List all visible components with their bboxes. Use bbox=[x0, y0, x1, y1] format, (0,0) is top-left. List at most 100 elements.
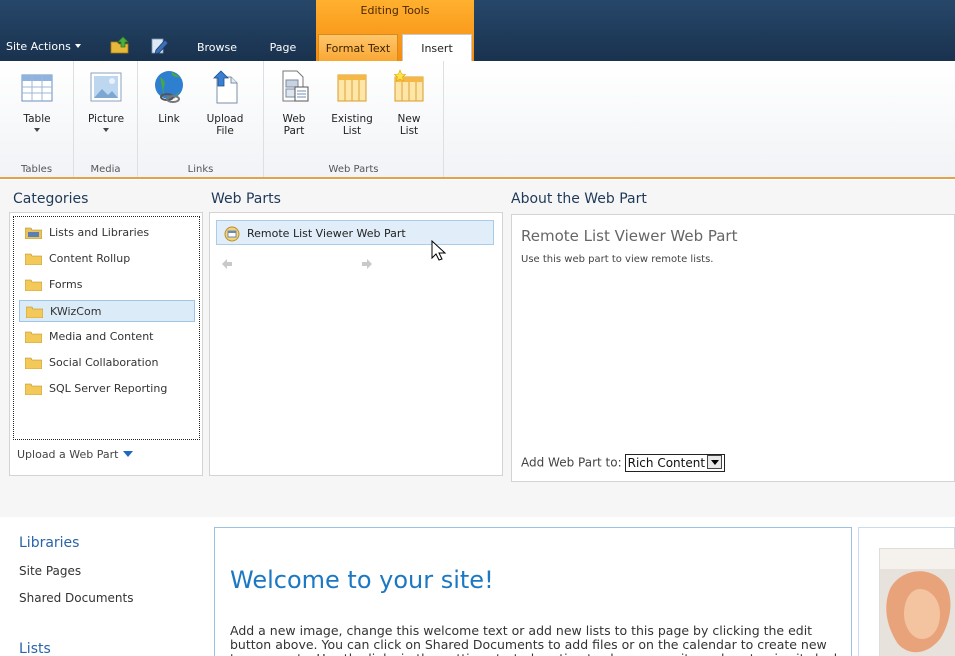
category-item-forms[interactable]: Forms bbox=[19, 274, 195, 296]
group-label-tables: Tables bbox=[20, 164, 53, 175]
add-web-part-to-label: Add Web Part to: bbox=[521, 455, 622, 470]
existing-list-icon bbox=[337, 74, 367, 102]
about-web-part-name: Remote List Viewer Web Part bbox=[521, 227, 738, 245]
ribbon-group-web-parts: Web Part Existing List New List Web Part… bbox=[264, 61, 444, 178]
previous-arrow-icon[interactable] bbox=[221, 258, 233, 270]
existing-list-label-1: Existing bbox=[331, 113, 373, 125]
next-arrow-icon[interactable] bbox=[361, 258, 373, 270]
web-parts-title: Web Parts bbox=[211, 191, 281, 207]
upload-web-part-label: Upload a Web Part bbox=[17, 448, 119, 461]
picture-button[interactable]: Picture bbox=[79, 69, 133, 132]
image-zone bbox=[858, 527, 955, 656]
tab-browse[interactable]: Browse bbox=[188, 34, 246, 61]
link-globe-icon bbox=[155, 71, 183, 103]
web-part-item-remote-list-viewer[interactable]: Remote List Viewer Web Part bbox=[216, 220, 494, 245]
library-folder-icon bbox=[25, 227, 42, 239]
category-label: Forms bbox=[49, 278, 83, 291]
triangle-down-icon bbox=[123, 451, 134, 457]
category-label: Lists and Libraries bbox=[49, 226, 150, 239]
tab-insert[interactable]: Insert bbox=[402, 34, 472, 61]
zone-select-value: Rich Content bbox=[627, 456, 706, 470]
picture-icon bbox=[90, 72, 122, 102]
ribbon-divider bbox=[0, 177, 955, 179]
mouse-cursor-icon bbox=[431, 240, 447, 261]
new-list-button[interactable]: New List bbox=[386, 69, 432, 137]
category-item-lists-and-libraries[interactable]: Lists and Libraries bbox=[19, 222, 195, 244]
category-label: SQL Server Reporting bbox=[49, 382, 168, 395]
quick-launch-site-pages[interactable]: Site Pages bbox=[19, 564, 81, 578]
category-item-content-rollup[interactable]: Content Rollup bbox=[19, 248, 195, 270]
web-part-icon bbox=[282, 70, 309, 102]
upload-file-icon bbox=[213, 70, 238, 104]
tab-page[interactable]: Page bbox=[258, 34, 308, 61]
category-label: Media and Content bbox=[49, 330, 154, 343]
top-bar: Site Actions Browse Page Editing Tools F… bbox=[0, 0, 955, 61]
add-web-part-to: Add Web Part to: Rich Content bbox=[521, 454, 726, 472]
quick-launch-shared-documents[interactable]: Shared Documents bbox=[19, 591, 133, 605]
chevron-down-icon bbox=[74, 44, 81, 48]
category-label: Social Collaboration bbox=[49, 356, 159, 369]
category-label: KWizCom bbox=[50, 305, 102, 318]
link-button-label: Link bbox=[158, 113, 180, 125]
category-item-media-and-content[interactable]: Media and Content bbox=[19, 326, 195, 348]
upload-web-part-link[interactable]: Upload a Web Part bbox=[17, 448, 134, 461]
folder-icon bbox=[25, 383, 42, 395]
upload-file-label-2: File bbox=[216, 125, 234, 137]
category-item-social-collaboration[interactable]: Social Collaboration bbox=[19, 352, 195, 374]
quick-launch-libraries-heading[interactable]: Libraries bbox=[19, 535, 79, 551]
table-button[interactable]: Table bbox=[10, 69, 64, 132]
ribbon-group-links: Link Upload File Links bbox=[138, 61, 264, 178]
folder-icon bbox=[25, 331, 42, 343]
web-part-item-label: Remote List Viewer Web Part bbox=[247, 227, 406, 240]
web-part-label-1: Web bbox=[282, 113, 306, 125]
edit-page-icon[interactable] bbox=[150, 36, 170, 54]
ribbon-group-tables: Table Tables bbox=[0, 61, 74, 178]
chevron-down-icon bbox=[103, 128, 109, 132]
dropdown-arrow-icon[interactable] bbox=[707, 455, 723, 469]
category-item-kwizcom[interactable]: KWizCom bbox=[19, 300, 195, 322]
group-label-media: Media bbox=[90, 164, 121, 175]
picture-button-label: Picture bbox=[87, 113, 125, 125]
about-web-part-title: About the Web Part bbox=[511, 191, 647, 207]
navigate-up-icon[interactable] bbox=[110, 36, 130, 54]
categories-title: Categories bbox=[13, 191, 89, 207]
site-actions-menu[interactable]: Site Actions bbox=[6, 40, 81, 53]
page-body: Libraries Site Pages Shared Documents Li… bbox=[0, 517, 955, 656]
web-parts-panel bbox=[209, 212, 503, 476]
quick-launch-lists-heading[interactable]: Lists bbox=[19, 641, 51, 656]
category-item-sql-server-reporting[interactable]: SQL Server Reporting bbox=[19, 378, 195, 400]
tab-format-text[interactable]: Format Text bbox=[318, 34, 398, 61]
category-label: Content Rollup bbox=[49, 252, 131, 265]
folder-icon bbox=[26, 306, 43, 318]
site-photo-image bbox=[880, 549, 955, 656]
editing-tools-title: Editing Tools bbox=[360, 4, 430, 17]
web-part-item-icon bbox=[224, 226, 240, 242]
ribbon: Table Tables Picture Media Link Upload F… bbox=[0, 61, 955, 178]
web-part-label-2: Part bbox=[283, 125, 305, 137]
new-list-icon bbox=[393, 69, 424, 102]
web-part-adder: Categories Web Parts About the Web Part … bbox=[0, 180, 955, 517]
folder-icon bbox=[25, 279, 42, 291]
about-web-part-description: Use this web part to view remote lists. bbox=[521, 254, 714, 265]
new-list-label-2: List bbox=[399, 125, 419, 137]
table-button-label: Table bbox=[23, 113, 51, 125]
site-image bbox=[879, 548, 955, 656]
group-label-web-parts: Web Parts bbox=[328, 164, 379, 175]
existing-list-label-2: List bbox=[342, 125, 362, 137]
upload-file-button[interactable]: Upload File bbox=[200, 69, 250, 137]
upload-file-label-1: Upload bbox=[206, 113, 244, 125]
folder-icon bbox=[25, 357, 42, 369]
group-label-links: Links bbox=[187, 164, 214, 175]
folder-icon bbox=[25, 253, 42, 265]
site-actions-label: Site Actions bbox=[6, 40, 71, 53]
welcome-text: Add a new image, change this welcome tex… bbox=[230, 623, 845, 656]
zone-select[interactable]: Rich Content bbox=[624, 454, 726, 472]
link-button[interactable]: Link bbox=[146, 69, 192, 125]
existing-list-button[interactable]: Existing List bbox=[326, 69, 378, 137]
ribbon-group-media: Picture Media bbox=[74, 61, 138, 178]
new-list-label-1: New bbox=[397, 113, 421, 125]
quick-launch: Libraries Site Pages Shared Documents Li… bbox=[0, 517, 207, 656]
web-part-button[interactable]: Web Part bbox=[272, 69, 316, 137]
welcome-zone: Welcome to your site! Add a new image, c… bbox=[214, 527, 852, 656]
categories-list: Lists and Libraries Content Rollup Forms… bbox=[13, 216, 200, 440]
